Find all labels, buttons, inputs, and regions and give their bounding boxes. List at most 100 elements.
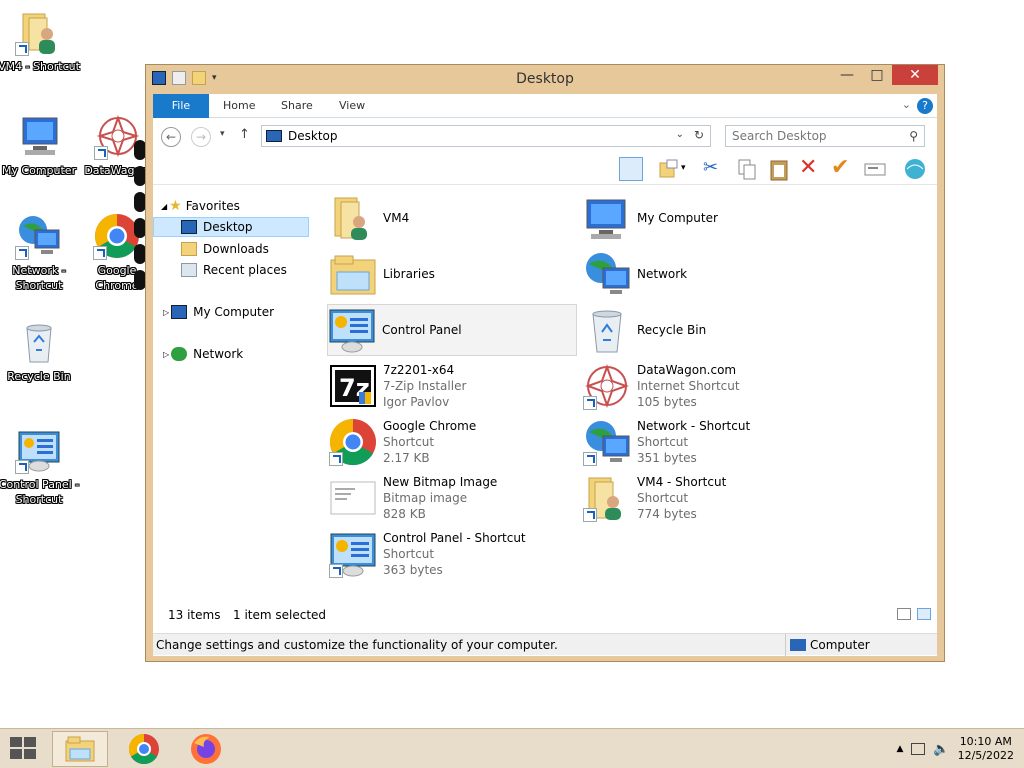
item-new-bitmap-image[interactable]: New Bitmap Image Bitmap image 828 KB [329, 472, 579, 524]
view-buttons [897, 608, 931, 620]
item-size: 828 KB [383, 507, 426, 521]
copy-icon[interactable] [735, 157, 759, 181]
item-type: Bitmap image [383, 491, 468, 505]
item-vm4[interactable]: VM4 [329, 192, 579, 244]
refresh-icon[interactable]: ↻ [694, 128, 704, 142]
nav-desktop[interactable]: Desktop [153, 217, 309, 237]
item-libraries[interactable]: Libraries [329, 248, 579, 300]
computer-icon [171, 305, 188, 319]
desktop-icon-label: Network - Shortcut [12, 264, 66, 292]
nav-recent-places[interactable]: Recent places [181, 260, 287, 280]
item-type: Shortcut [383, 547, 435, 561]
item-recycle-bin[interactable]: Recycle Bin [583, 304, 833, 356]
taskbar-chrome[interactable] [116, 731, 172, 767]
desktop-icon-control-panel-shortcut[interactable]: Control Panel - Shortcut [0, 426, 81, 507]
item-datawagon[interactable]: DataWagon.com Internet Shortcut 105 byte… [583, 360, 833, 412]
start-button[interactable] [10, 737, 38, 761]
explorer-body: File Home Share View ⌄ ? ← → ▾ ↑ Desktop… [153, 94, 937, 656]
clock-date: 12/5/2022 [957, 749, 1014, 762]
minimize-button[interactable]: — [832, 65, 862, 85]
folder-options-icon[interactable] [657, 157, 681, 181]
control-panel-icon [329, 530, 377, 578]
recycle-bin-icon [583, 306, 631, 354]
window-title: Desktop [516, 71, 574, 87]
status-location: Computer [785, 634, 870, 656]
control-panel-icon [328, 306, 376, 354]
item-my-computer[interactable]: My Computer [583, 192, 833, 244]
item-network[interactable]: Network [583, 248, 833, 300]
desktop-icon-network-shortcut[interactable]: Network - Shortcut [0, 212, 81, 293]
volume-icon[interactable]: 🔈 [933, 742, 949, 757]
large-icons-view-icon[interactable] [917, 608, 931, 620]
cut-icon[interactable]: ✂ [703, 157, 727, 181]
checkmark-icon[interactable]: ✔ [831, 157, 855, 181]
item-name: New Bitmap Image [383, 475, 498, 489]
item-name: VM4 - Shortcut [637, 475, 727, 489]
item-control-panel-shortcut[interactable]: Control Panel - Shortcut Shortcut 363 by… [329, 528, 579, 580]
item-name: Control Panel - Shortcut [383, 531, 526, 545]
desktop-icon [181, 220, 197, 234]
show-hidden-icons-button[interactable]: ▲ [896, 744, 903, 754]
item-control-panel[interactable]: Control Panel [327, 304, 577, 356]
item-network-shortcut[interactable]: Network - Shortcut Shortcut 351 bytes [583, 416, 833, 468]
windows-logo-icon [10, 737, 36, 759]
nav-downloads[interactable]: Downloads [181, 239, 269, 259]
item-type: Shortcut [637, 491, 689, 505]
expand-arrow-icon[interactable]: ▷ [163, 350, 169, 359]
desktop-icon-recycle-bin[interactable]: Recycle Bin [0, 318, 81, 384]
details-view-icon[interactable] [897, 608, 911, 620]
address-bar[interactable]: Desktop ⌄ ↻ [261, 125, 711, 147]
preview-pane-icon[interactable] [619, 157, 643, 181]
7zip-icon: 7z [329, 362, 377, 410]
item-size: 2.17 KB [383, 451, 430, 465]
search-icon[interactable]: ⚲ [909, 126, 918, 146]
clock[interactable]: 10:10 AM 12/5/2022 [958, 735, 1014, 763]
firefox-icon [191, 734, 221, 764]
desktop-icon-vm4-shortcut[interactable]: VM4 - Shortcut [0, 8, 81, 74]
maximize-button[interactable]: □ [862, 65, 892, 85]
folder-options-dropdown-icon[interactable]: ▾ [681, 163, 705, 187]
item-name: Recycle Bin [637, 323, 707, 337]
window-titlebar[interactable]: ▾ Desktop — □ ✕ [146, 65, 944, 93]
rename-icon[interactable] [863, 157, 887, 181]
close-button[interactable]: ✕ [892, 65, 938, 85]
ribbon-expand-icon[interactable]: ⌄ [902, 98, 911, 111]
network-icon [171, 347, 188, 361]
ribbon-tabs: File Home Share View ⌄ ? [153, 94, 937, 118]
nav-network[interactable]: ▷ Network [163, 344, 243, 364]
back-button[interactable]: ← [161, 127, 181, 147]
delete-icon[interactable]: ✕ [799, 157, 823, 181]
network-icon [15, 212, 63, 260]
address-dropdown-icon[interactable]: ⌄ [676, 129, 684, 140]
forward-button[interactable]: → [191, 127, 211, 147]
item-size: 774 bytes [637, 507, 697, 521]
tab-view[interactable]: View [339, 94, 365, 118]
recent-places-icon [181, 263, 197, 277]
item-status-row: 13 items 1 item selected [153, 604, 937, 626]
help-button[interactable]: ? [917, 98, 933, 114]
taskbar-firefox[interactable] [178, 731, 234, 767]
desktop-icon-my-computer[interactable]: My Computer [0, 112, 81, 178]
collapse-arrow-icon[interactable]: ◢ [161, 202, 167, 211]
network-status-icon[interactable] [911, 743, 926, 755]
tab-file[interactable]: File [153, 94, 209, 118]
nav-favorites[interactable]: ◢ ★ Favorites [161, 196, 240, 216]
tab-share[interactable]: Share [281, 94, 313, 118]
navigation-pane: ◢ ★ Favorites Desktop Downloads Recent p… [153, 186, 313, 596]
expand-arrow-icon[interactable]: ▷ [163, 308, 169, 317]
item-name: Control Panel [382, 323, 462, 337]
item-vm4-shortcut[interactable]: VM4 - Shortcut Shortcut 774 bytes [583, 472, 833, 524]
item-google-chrome[interactable]: Google Chrome Shortcut 2.17 KB [329, 416, 579, 468]
chrome-icon [329, 418, 377, 466]
nav-my-computer[interactable]: ▷ My Computer [163, 302, 274, 322]
up-button[interactable]: ↑ [239, 127, 250, 142]
tab-home[interactable]: Home [223, 94, 255, 118]
recent-locations-icon[interactable]: ▾ [220, 129, 225, 139]
desktop-icon-label: My Computer [1, 164, 77, 177]
search-input[interactable]: Search Desktop ⚲ [725, 125, 925, 147]
paste-icon[interactable] [767, 157, 791, 181]
item-type: Shortcut [383, 435, 435, 449]
globe-icon[interactable] [903, 157, 927, 181]
item-7z2201-x64[interactable]: 7z 7z2201-x64 7-Zip Installer Igor Pavlo… [329, 360, 579, 412]
taskbar-file-explorer[interactable] [52, 731, 108, 767]
